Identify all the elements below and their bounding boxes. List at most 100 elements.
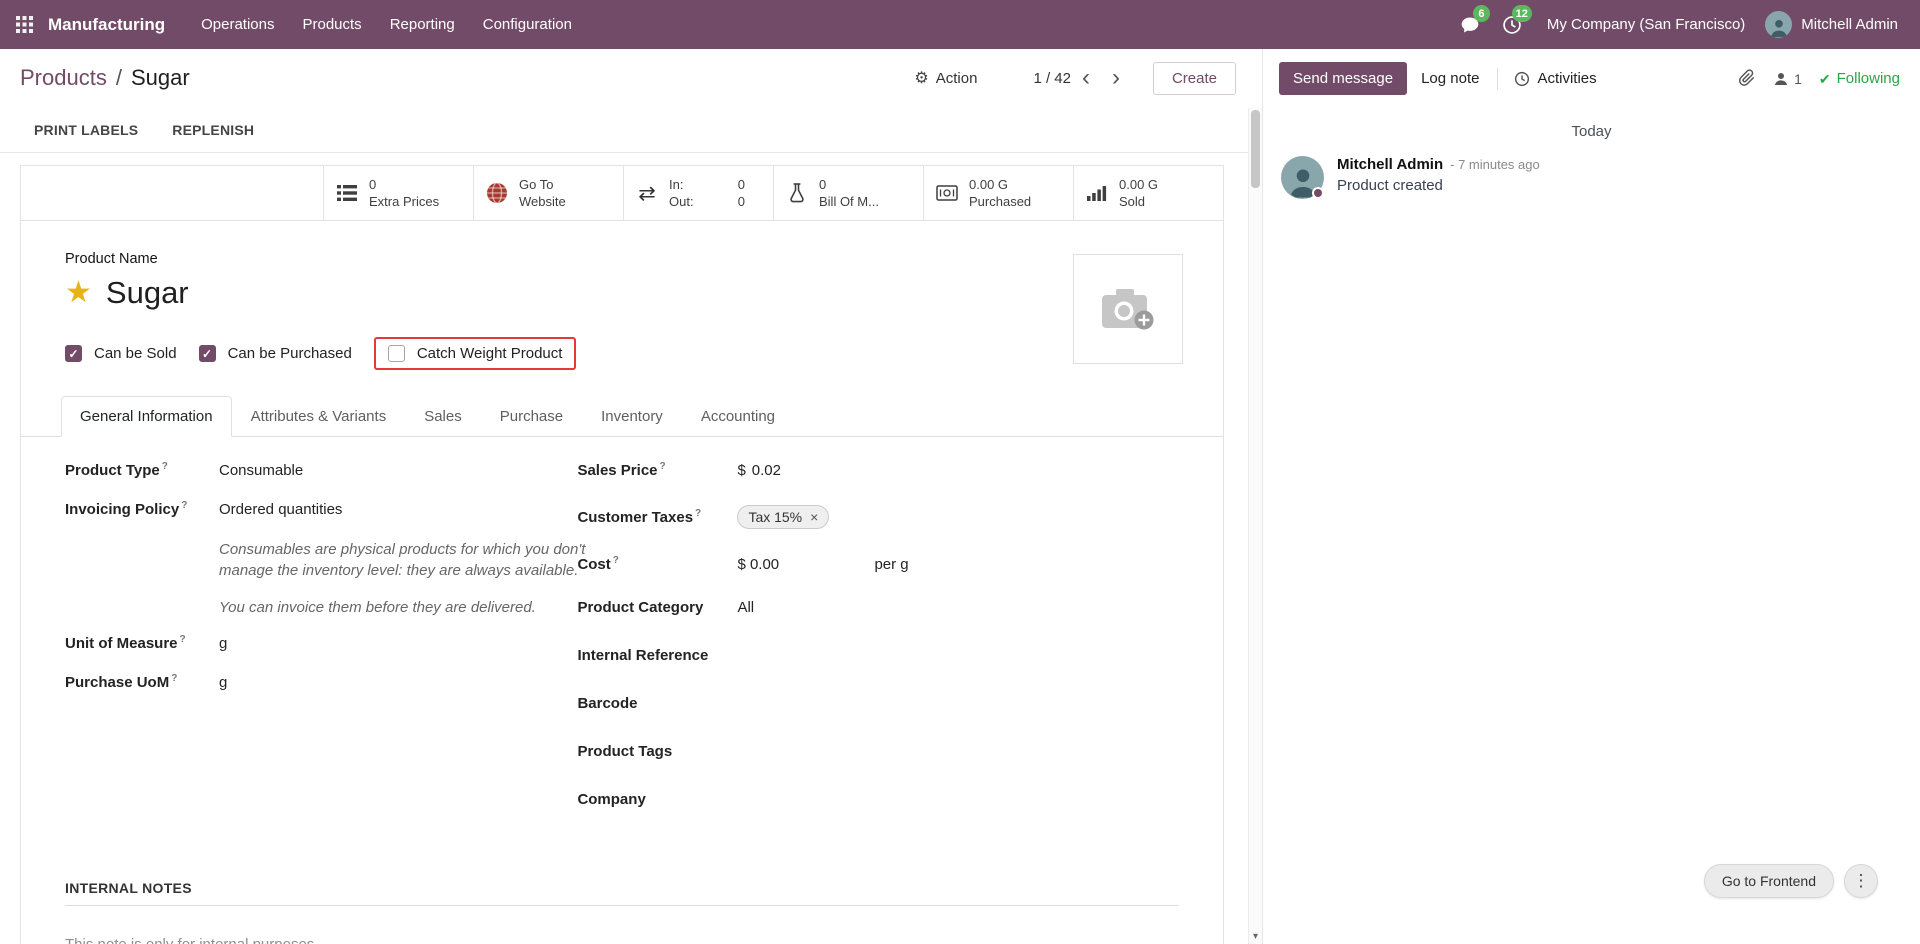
pager-previous-button[interactable]: ‹: [1071, 66, 1101, 90]
flask-icon: [784, 183, 810, 203]
following-toggle-button[interactable]: ✔ Following: [1819, 70, 1900, 87]
catch-weight-checkbox[interactable]: Catch Weight Product: [388, 345, 563, 362]
catch-weight-label: Catch Weight Product: [417, 345, 563, 362]
product-form-sheet: 0 Extra Prices Go To Website: [20, 165, 1224, 944]
tab-inventory[interactable]: Inventory: [582, 396, 682, 437]
attach-files-button[interactable]: [1738, 68, 1756, 90]
tax-tag-label: Tax 15%: [748, 509, 802, 525]
help-icon: ?: [181, 500, 187, 511]
chevron-left-icon: ‹: [1082, 64, 1090, 91]
in-label: In:: [669, 176, 683, 193]
extra-prices-count: 0: [369, 176, 439, 193]
website-line1: Go To: [519, 176, 566, 193]
replenish-button[interactable]: REPLENISH: [172, 122, 254, 138]
can-be-purchased-checkbox[interactable]: ✓ Can be Purchased: [199, 345, 352, 362]
tab-purchase[interactable]: Purchase: [481, 396, 582, 437]
uom-value: g: [219, 635, 227, 652]
scrollbar-thumb[interactable]: [1251, 110, 1260, 188]
checkbox-checked-icon: ✓: [199, 345, 216, 362]
date-divider: Today: [1263, 123, 1920, 140]
message-content: Mitchell Admin - 7 minutes ago Product c…: [1337, 156, 1540, 199]
chevron-right-icon: ›: [1112, 64, 1120, 91]
breadcrumb-products-link[interactable]: Products: [20, 65, 107, 91]
internal-notes-heading: INTERNAL NOTES: [65, 880, 1179, 906]
vertical-scrollbar[interactable]: ▾: [1248, 108, 1262, 944]
gear-icon: ⚙: [914, 68, 928, 88]
bom-count: 0: [819, 176, 879, 193]
invoicing-policy-field: Invoicing Policy? Ordered quantities: [65, 500, 577, 518]
purchase-uom-field: Purchase UoM? g: [65, 673, 577, 691]
activities-schedule-button[interactable]: Activities: [1502, 62, 1608, 95]
floating-actions: Go to Frontend ⋮: [1704, 864, 1878, 898]
signal-bars-icon: [1084, 185, 1110, 201]
help-icon: ?: [171, 673, 177, 684]
product-image-upload[interactable]: [1073, 254, 1183, 364]
messages-button[interactable]: 6: [1449, 0, 1491, 49]
help-icon: ?: [695, 508, 701, 519]
followers-button[interactable]: 1: [1773, 71, 1802, 87]
stat-button-extra-prices[interactable]: 0 Extra Prices: [323, 166, 473, 220]
cost-currency: $: [737, 556, 745, 573]
menu-reporting[interactable]: Reporting: [376, 0, 469, 49]
purchased-label: Purchased: [969, 193, 1031, 210]
out-label: Out:: [669, 193, 694, 210]
customer-taxes-field: Customer Taxes? Tax 15% ×: [577, 505, 1179, 529]
messages-badge: 6: [1473, 5, 1490, 22]
purchase-uom-value: g: [219, 674, 227, 691]
sales-price-currency: $: [737, 462, 745, 479]
company-switcher[interactable]: My Company (San Francisco): [1533, 0, 1759, 49]
stat-button-bill-of-materials[interactable]: 0 Bill Of M...: [773, 166, 923, 220]
pager-next-button[interactable]: ›: [1101, 66, 1131, 90]
log-note-button[interactable]: Log note: [1407, 62, 1493, 95]
stat-button-in-out[interactable]: ⇄ In:0 Out:0: [623, 166, 773, 220]
app-name[interactable]: Manufacturing: [48, 0, 165, 49]
tag-remove-icon[interactable]: ×: [810, 510, 818, 524]
cost-label: Cost?: [577, 555, 737, 573]
create-button[interactable]: Create: [1153, 62, 1236, 95]
internal-reference-label: Internal Reference: [577, 647, 737, 664]
form-grid: Product Type? Consumable Invoicing Polic…: [65, 461, 1179, 834]
product-header: Product Name ★ Sugar ✓ Can be Sold ✓ Can…: [21, 221, 1223, 370]
can-be-sold-checkbox[interactable]: ✓ Can be Sold: [65, 345, 177, 362]
consumable-help-text-1: Consumables are physical products for wh…: [219, 539, 587, 581]
menu-configuration[interactable]: Configuration: [469, 0, 586, 49]
pager-value: 1 / 42: [1033, 70, 1071, 87]
product-category-value: All: [737, 599, 754, 616]
tab-accounting[interactable]: Accounting: [682, 396, 794, 437]
user-menu[interactable]: Mitchell Admin: [1759, 11, 1904, 38]
product-name-label: Product Name: [65, 251, 1179, 267]
kebab-menu-button[interactable]: ⋮: [1844, 864, 1878, 898]
print-labels-button[interactable]: PRINT LABELS: [34, 122, 138, 138]
tab-general-information[interactable]: General Information: [61, 396, 232, 437]
stat-button-go-to-website[interactable]: Go To Website: [473, 166, 623, 220]
help-icon: ?: [180, 634, 186, 645]
favorite-star-icon[interactable]: ★: [65, 278, 92, 308]
barcode-label: Barcode: [577, 695, 737, 712]
message-author[interactable]: Mitchell Admin: [1337, 156, 1443, 173]
product-flags-row: ✓ Can be Sold ✓ Can be Purchased Catch W…: [65, 337, 1179, 370]
activities-button[interactable]: 12: [1491, 0, 1533, 49]
control-panel: Products / Sugar ⚙ Action 1 / 42 ‹ › Cre…: [0, 49, 1262, 107]
sales-price-field: Sales Price? $ 0.02: [577, 461, 1179, 479]
tab-sales[interactable]: Sales: [405, 396, 481, 437]
stat-button-purchased[interactable]: 0.00 G Purchased: [923, 166, 1073, 220]
invoicing-policy-label: Invoicing Policy?: [65, 500, 219, 518]
website-line2: Website: [519, 193, 566, 210]
product-category-label: Product Category: [577, 599, 737, 616]
sold-label: Sold: [1119, 193, 1158, 210]
go-to-frontend-button[interactable]: Go to Frontend: [1704, 864, 1834, 898]
tab-attributes-variants[interactable]: Attributes & Variants: [232, 396, 406, 437]
chatter-message: Mitchell Admin - 7 minutes ago Product c…: [1263, 156, 1920, 199]
tax-tag[interactable]: Tax 15% ×: [737, 505, 829, 529]
pricelist-icon: [334, 184, 360, 202]
action-menu-button[interactable]: ⚙ Action: [904, 62, 987, 94]
apps-menu-button[interactable]: [0, 0, 48, 49]
stat-button-sold[interactable]: 0.00 G Sold: [1073, 166, 1223, 220]
menu-products[interactable]: Products: [288, 0, 375, 49]
form-left-column: Product Type? Consumable Invoicing Polic…: [65, 461, 577, 834]
menu-operations[interactable]: Operations: [187, 0, 288, 49]
scrollbar-down-arrow-icon[interactable]: ▾: [1249, 932, 1262, 942]
send-message-button[interactable]: Send message: [1279, 62, 1407, 95]
activities-badge: 12: [1512, 5, 1532, 22]
internal-notes-text[interactable]: This note is only for internal purposes.: [65, 936, 1179, 944]
